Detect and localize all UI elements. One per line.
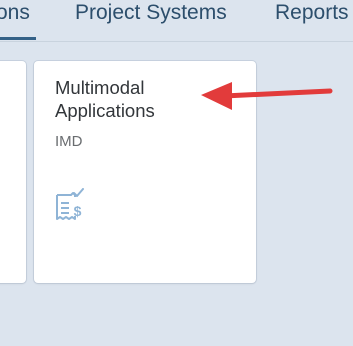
tab-applications[interactable]: ons [0,0,36,42]
app-tile-multimodal-applications[interactable]: Multimodal Applications IMD $ [34,61,256,283]
tab-bar: ons Project Systems Reports [0,0,353,42]
tab-label: Reports [275,1,349,24]
tab-reports[interactable]: Reports [275,0,349,42]
tile-title-line2: Applications [55,100,155,121]
tab-bar-divider [0,41,353,42]
active-tab-indicator [0,37,36,40]
tile-title: Multimodal Applications [55,76,235,122]
expense-report-icon: $ [56,188,84,220]
app-tile-previous[interactable] [0,61,26,283]
tab-label: ons [0,1,30,24]
tile-subtitle: IMD [55,133,83,150]
tab-project-systems[interactable]: Project Systems [75,0,227,42]
tab-label: Project Systems [75,1,227,24]
svg-text:$: $ [74,203,82,219]
tile-title-line1: Multimodal [55,77,145,98]
